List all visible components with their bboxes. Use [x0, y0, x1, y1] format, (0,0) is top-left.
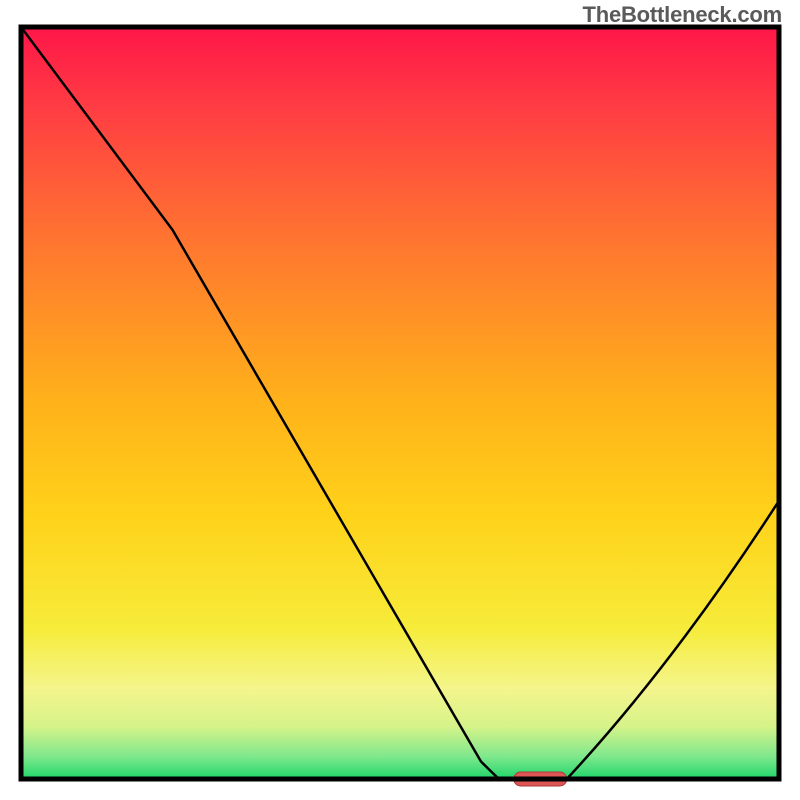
plot-background	[21, 27, 779, 779]
chart-svg	[0, 0, 800, 800]
chart-frame: { "attribution": "TheBottleneck.com", "c…	[0, 0, 800, 800]
